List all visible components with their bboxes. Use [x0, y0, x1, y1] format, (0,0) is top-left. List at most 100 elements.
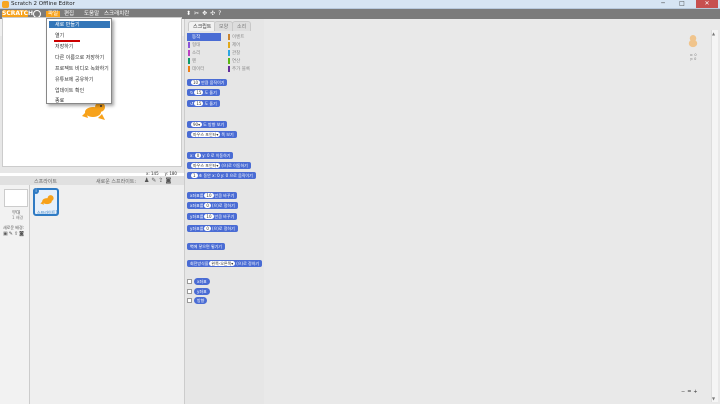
category-item[interactable]: 동작 — [192, 34, 200, 40]
menu-save[interactable]: 저장하기 — [55, 43, 73, 50]
menu-check-updates[interactable]: 업데이트 확인 — [55, 87, 84, 94]
block-input-slot[interactable]: 15 — [194, 101, 204, 106]
block-text: 벽에 닿으면 튕기기 — [190, 244, 222, 249]
category-item[interactable]: 연산 — [232, 58, 240, 64]
motion-block[interactable]: 벽에 닿으면 튕기기 — [187, 243, 225, 250]
block-text: 만큼 바꾸기 — [214, 193, 235, 198]
reporter-checkbox[interactable] — [187, 279, 192, 284]
block-text: ↻ — [190, 90, 194, 95]
zoom-controls: −=+ — [681, 389, 700, 395]
motion-block[interactable]: 마우스 포인터▾ 쪽 보기 — [187, 131, 237, 138]
red-annotation-line — [54, 40, 80, 42]
sprite-y: y: 0 — [690, 57, 697, 61]
motion-block[interactable]: 1초 동안 x: 0 y: 0 으로 움직이기 — [187, 172, 256, 179]
menu-open[interactable]: 열기 — [55, 32, 64, 39]
reporter-block[interactable]: y좌표 — [194, 288, 210, 295]
delete-icon[interactable]: ✂ — [194, 10, 202, 17]
motion-block[interactable]: 마우스 포인터▾ (으)로 이동하기 — [187, 162, 251, 169]
category-item[interactable]: 형태 — [192, 42, 200, 48]
minimize-button[interactable]: ─ — [656, 0, 670, 8]
category-color-bar — [228, 50, 230, 56]
category-item[interactable]: 추가 블록 — [232, 66, 250, 72]
motion-block[interactable]: y좌표를 10 만큼 바꾸기 — [187, 213, 238, 220]
shrink-icon[interactable]: ✣ — [210, 10, 218, 17]
sprite-info-icon[interactable]: i — [33, 188, 39, 194]
block-input-slot[interactable]: 10 — [204, 214, 214, 219]
block-input-slot[interactable]: 0 — [204, 226, 211, 231]
camera-icon[interactable]: ◙ — [165, 177, 173, 184]
cat-thumbnail-icon — [40, 195, 54, 205]
block-text: x좌표를 — [190, 203, 204, 208]
grow-icon[interactable]: ✥ — [202, 10, 210, 17]
motion-block[interactable]: x: 0 y: 0 로 이동하기 — [187, 152, 234, 159]
motion-block[interactable]: ↺ 15 도 돌기 — [187, 100, 220, 107]
scroll-down-icon[interactable]: ▼ — [712, 396, 715, 401]
maximize-button[interactable]: □ — [675, 0, 689, 8]
tab-scripts[interactable]: 스크립트 — [188, 21, 217, 31]
block-input-slot[interactable]: 왼쪽-오른쪽▾ — [209, 261, 236, 266]
menu-quit[interactable]: 종료 — [55, 97, 64, 104]
motion-block[interactable]: 90▾ 도 방향 보기 — [187, 121, 228, 128]
block-input-slot[interactable]: 15 — [194, 90, 204, 95]
sprite-position: x: 0 y: 0 — [690, 53, 697, 61]
zoom-in-icon[interactable]: + — [693, 389, 699, 395]
block-text: (으)로 이동하기 — [221, 163, 248, 168]
category-color-bar — [188, 50, 190, 56]
tab-costumes[interactable]: 모양 — [214, 21, 234, 31]
block-text: 초 동안 x: 0 y: 0 으로 움직이기 — [198, 173, 253, 178]
menu-save-as[interactable]: 다른 이름으로 저장하기 — [55, 54, 104, 61]
block-input-slot[interactable]: 90▾ — [191, 122, 203, 127]
window-titlebar: Scratch 2 Offline Editor ─ □ ✕ — [0, 0, 720, 9]
backdrop-camera-icon[interactable]: ◙ — [19, 231, 25, 237]
reporter-checkbox[interactable] — [187, 289, 192, 294]
scroll-up-icon[interactable]: ▲ — [712, 31, 715, 36]
window-title: Scratch 2 Offline Editor — [11, 1, 75, 7]
reporter-block[interactable]: x좌표 — [194, 278, 210, 285]
category-item[interactable]: 펜 — [192, 58, 196, 64]
block-text: (으)로 정하기 — [236, 261, 260, 266]
category-item[interactable]: 제어 — [232, 42, 240, 48]
category-item[interactable]: 이벤트 — [232, 34, 244, 40]
tab-sounds[interactable]: 소리 — [232, 21, 252, 31]
category-color-bar — [188, 42, 190, 48]
category-item[interactable]: 관찰 — [232, 50, 240, 56]
block-text: 도 돌기 — [204, 101, 217, 106]
block-input-slot[interactable]: 10 — [191, 80, 201, 85]
block-input-slot[interactable]: 0 — [204, 203, 211, 208]
motion-block[interactable]: 10 만큼 움직이기 — [187, 79, 228, 86]
block-input-slot[interactable]: 마우스 포인터▾ — [191, 132, 221, 137]
category-item[interactable]: 데이터 — [192, 66, 204, 72]
duplicate-icon[interactable]: ⬍ — [186, 10, 194, 17]
block-input-slot[interactable]: 0 — [194, 153, 202, 158]
motion-block[interactable]: x좌표를 10 만큼 바꾸기 — [187, 192, 238, 199]
category-color-bar — [228, 58, 230, 64]
new-sprite-label: 새로운 스프라이트: — [96, 179, 137, 185]
category-item[interactable]: 소리 — [192, 50, 200, 56]
category-color-bar — [188, 34, 190, 40]
close-button[interactable]: ✕ — [696, 0, 718, 8]
motion-block[interactable]: y좌표를 0 (으)로 정하기 — [187, 225, 238, 232]
file-dropdown-menu: 새로 만들기 열기 저장하기 다른 이름으로 저장하기 프로젝트 비디오 녹화하… — [46, 18, 112, 104]
help-icon[interactable]: ? — [218, 10, 224, 17]
motion-block[interactable]: ↻ 15 도 돌기 — [187, 89, 220, 96]
block-input-slot[interactable]: 마우스 포인터▾ — [191, 163, 221, 168]
block-text: y좌표를 — [190, 226, 204, 231]
category-color-bar — [228, 42, 230, 48]
menu-record-video[interactable]: 프로젝트 비디오 녹화하기 — [55, 65, 109, 72]
current-sprite-icon — [688, 35, 698, 48]
script-scrollbar[interactable] — [711, 30, 718, 402]
category-color-bar — [188, 58, 190, 64]
block-text: x좌표를 — [190, 193, 204, 198]
motion-block[interactable]: x좌표를 0 (으)로 정하기 — [187, 202, 238, 209]
script-area[interactable] — [264, 19, 720, 404]
menu-new[interactable]: 새로 만들기 — [49, 21, 110, 28]
reporter-block[interactable]: 방향 — [194, 297, 208, 304]
stage-thumbnail[interactable] — [4, 189, 28, 207]
block-input-slot[interactable]: 1 — [191, 173, 198, 178]
block-text: x: — [190, 153, 194, 158]
reporter-checkbox[interactable] — [187, 298, 192, 303]
motion-block[interactable]: 회전방식을 왼쪽-오른쪽▾ (으)로 정하기 — [187, 260, 263, 267]
block-text: 만큼 바꾸기 — [214, 214, 235, 219]
block-input-slot[interactable]: 10 — [204, 193, 214, 198]
menu-share-youtube[interactable]: 유튜브에 공유하기 — [55, 76, 93, 83]
